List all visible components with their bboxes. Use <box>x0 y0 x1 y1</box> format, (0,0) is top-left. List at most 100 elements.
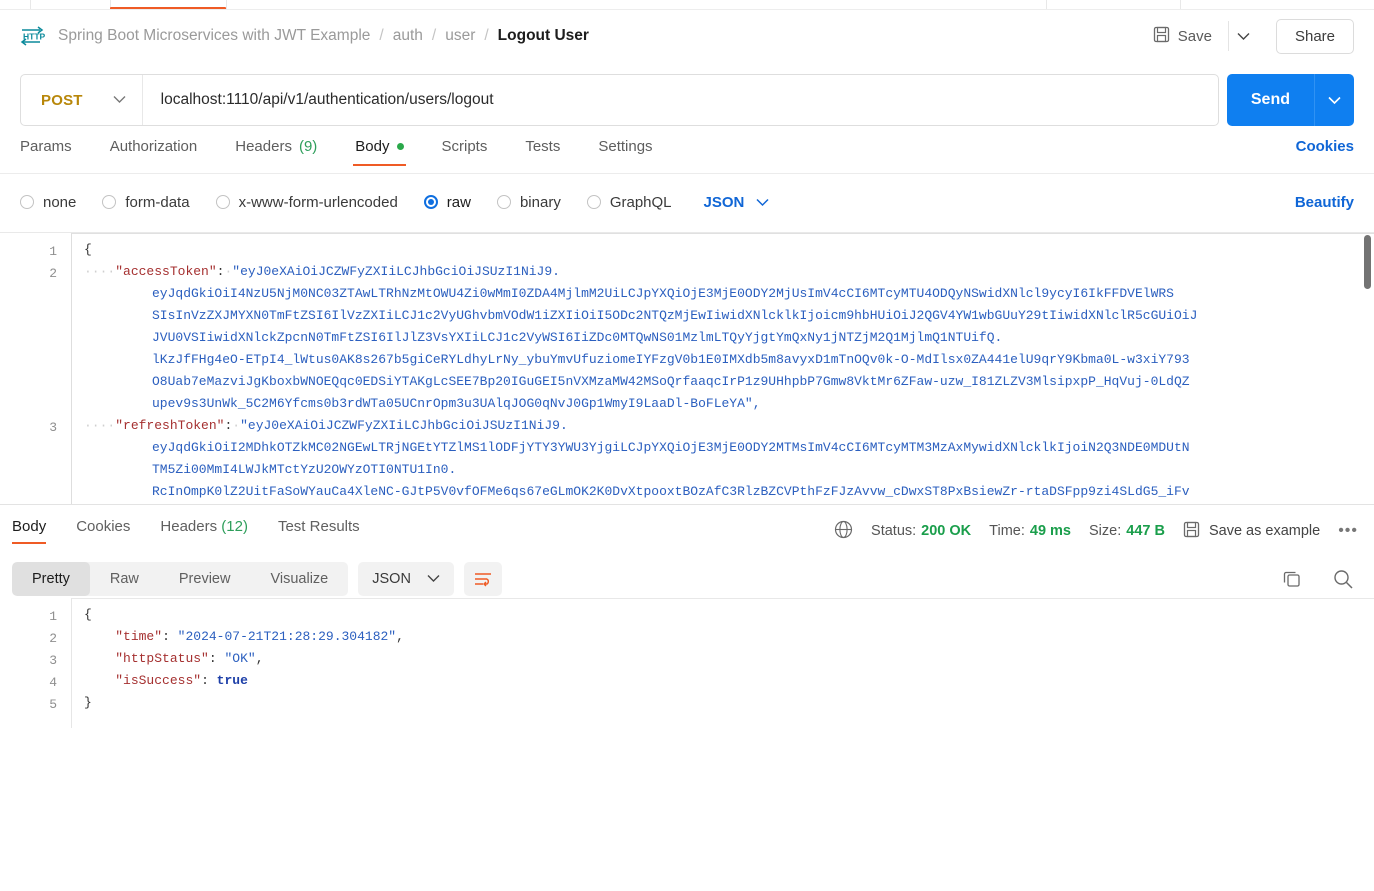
body-type-binary[interactable]: binary <box>496 193 561 211</box>
response-tab-headers[interactable]: Headers (12) <box>160 518 248 544</box>
http-icon: HTTP <box>20 25 46 47</box>
colon: : <box>201 673 217 688</box>
tab-scripts[interactable]: Scripts <box>442 138 488 166</box>
tab-tests-label: Tests <box>525 138 561 155</box>
view-mode-visualize[interactable]: Visualize <box>250 562 348 596</box>
line-number: 2 <box>49 631 57 646</box>
header-actions: Save Share <box>1143 18 1354 54</box>
ellipsis-icon[interactable]: ••• <box>1338 522 1358 540</box>
body-type-urlencoded[interactable]: x-www-form-urlencoded <box>215 194 398 211</box>
breadcrumb-folder[interactable]: auth <box>393 27 423 45</box>
line-number: 3 <box>49 420 57 435</box>
body-format-selector[interactable]: JSON <box>704 194 770 211</box>
line-number: 1 <box>49 244 57 259</box>
send-options-caret[interactable] <box>1314 74 1354 126</box>
view-mode-pretty[interactable]: Pretty <box>12 562 90 596</box>
breadcrumb-collection[interactable]: Spring Boot Microservices with JWT Examp… <box>58 27 370 45</box>
workspace-tab-strip <box>0 0 1374 10</box>
response-time: Time: 49 ms <box>989 523 1071 539</box>
request-editor-scrollbar[interactable] <box>1364 235 1371 289</box>
request-line-number-gutter: 1 2 3 <box>0 233 72 504</box>
tab-headers-count: (9) <box>298 138 318 155</box>
response-body-editor[interactable]: 1 2 3 4 5 { "time": "2024-07-21T21:28:29… <box>0 598 1374 728</box>
close-brace: } <box>84 695 92 710</box>
status-label: Status: <box>871 523 917 539</box>
json-value-segment: upev9s3UnWk_5C2M6Yfcms0b3rdWTa05UCnrOpm3… <box>152 396 761 411</box>
tab-headers[interactable]: Headers (9) <box>235 138 317 166</box>
svg-text:HTTP: HTTP <box>23 32 46 42</box>
json-value-segment: JVU0VSIiwidXNlckZpcnN0TmFtZSI6IlJlZ3VsYX… <box>152 330 1003 345</box>
radio-icon <box>102 195 117 209</box>
tab-params-label: Params <box>20 138 72 155</box>
search-icon[interactable] <box>1332 568 1354 590</box>
url-bar: POST Send <box>20 74 1354 126</box>
copy-icon[interactable] <box>1282 569 1302 589</box>
response-tab-test-results[interactable]: Test Results <box>278 518 360 544</box>
json-value-segment: TM5Zi00MmI4LWJkMTctYzU2OWYzOTI0NTU1In0. <box>152 462 457 477</box>
json-value-segment: eyJqdGkiOiI4NzU5NjM0NC03ZTAwLTRhNzMtOWU4… <box>152 286 1174 301</box>
tab-body[interactable]: Body <box>353 138 406 166</box>
response-tab-body[interactable]: Body <box>12 518 47 544</box>
body-type-none-label: none <box>43 193 77 211</box>
json-value-segment: eyJqdGkiOiI2MDhkOTZkMC02NGEwLTRjNGEtYTZl… <box>152 440 1190 455</box>
tab-settings[interactable]: Settings <box>598 138 652 166</box>
body-type-graphql[interactable]: GraphQL <box>586 194 672 211</box>
text-wrap-icon[interactable] <box>463 562 502 596</box>
breadcrumb-separator: / <box>379 27 384 44</box>
postman-request-window: HTTP Spring Boot Microservices with JWT … <box>0 0 1374 891</box>
share-button[interactable]: Share <box>1275 18 1354 54</box>
response-body-code[interactable]: { "time": "2024-07-21T21:28:29.304182", … <box>72 598 1374 728</box>
json-key: "refreshToken" <box>115 418 225 433</box>
json-value-segment: "eyJ0eXAiOiJCZWFyZXIiLCJhbGciOiJSUzI1NiJ… <box>240 418 568 433</box>
line-number: 2 <box>49 266 57 281</box>
breadcrumb-subfolder[interactable]: user <box>445 27 475 45</box>
tab-authorization-label: Authorization <box>109 138 198 155</box>
time-label: Time: <box>989 523 1025 539</box>
body-type-raw[interactable]: raw <box>423 194 471 211</box>
globe-icon[interactable] <box>834 520 853 543</box>
view-mode-raw[interactable]: Raw <box>90 562 159 596</box>
beautify-button[interactable]: Beautify <box>1295 194 1354 211</box>
code-line: ····"refreshToken":·"eyJ0eXAiOiJCZWFyZXI… <box>84 415 1374 437</box>
json-value: "OK" <box>224 651 256 666</box>
response-header: Body Cookies Headers (12) Test Results S… <box>0 510 1374 552</box>
save-options-caret[interactable] <box>1227 21 1258 51</box>
cookies-link[interactable]: Cookies <box>1296 138 1354 155</box>
json-value-segment: SIsInVzZXJMYXN0TmFtZSI6IlVzZXIiLCJ1c2VyU… <box>152 308 1198 323</box>
code-line: } <box>84 692 1374 714</box>
response-tab-cookies[interactable]: Cookies <box>76 518 130 544</box>
save-as-example-label: Save as example <box>1208 523 1321 539</box>
tab-tests[interactable]: Tests <box>525 138 560 166</box>
code-line: "time": "2024-07-21T21:28:29.304182", <box>84 626 1374 648</box>
request-body-code[interactable]: {····"accessToken":·"eyJ0eXAiOiJCZWFyZXI… <box>72 233 1374 504</box>
body-type-form-data[interactable]: form-data <box>102 194 190 211</box>
view-mode-preview[interactable]: Preview <box>159 562 251 596</box>
code-line: { <box>84 239 1374 261</box>
breadcrumb-request-name[interactable]: Logout User <box>498 27 589 45</box>
request-body-editor[interactable]: 1 2 3 {····"accessToken":·"eyJ0eXAiOiJCZ… <box>0 232 1374 504</box>
url-field-wrapper: POST <box>20 74 1219 126</box>
radio-icon-selected <box>423 195 438 209</box>
response-format-selector[interactable]: JSON <box>358 562 454 596</box>
save-button[interactable]: Save <box>1143 20 1222 53</box>
colon: : <box>162 629 178 644</box>
code-line: { <box>84 604 1374 626</box>
url-input[interactable] <box>142 75 1218 125</box>
body-type-none[interactable]: none <box>20 194 76 211</box>
size-value: 447 B <box>1126 523 1165 539</box>
save-as-example-button[interactable]: Save as example <box>1183 521 1320 542</box>
send-button[interactable]: Send <box>1226 74 1314 126</box>
tab-params[interactable]: Params <box>20 138 72 166</box>
http-method-selector[interactable]: POST <box>21 75 143 125</box>
body-type-binary-label: binary <box>519 193 561 211</box>
response-tab-body-label: Body <box>12 518 47 535</box>
response-status: Status: 200 OK <box>871 523 971 539</box>
send-button-group: Send <box>1226 74 1354 126</box>
json-value-segment: RcInOmpK0lZ2UitFaSoWYauCa4XleNC-GJtP5V0v… <box>152 484 1190 499</box>
request-tabs: Params Authorization Headers (9) Body Sc… <box>20 138 1354 174</box>
response-size: Size: 447 B <box>1089 523 1165 539</box>
code-line: "isSuccess": true <box>84 670 1374 692</box>
json-value: "2024-07-21T21:28:29.304182" <box>177 629 397 644</box>
tab-authorization[interactable]: Authorization <box>110 138 198 166</box>
response-tab-test-results-label: Test Results <box>277 518 360 535</box>
